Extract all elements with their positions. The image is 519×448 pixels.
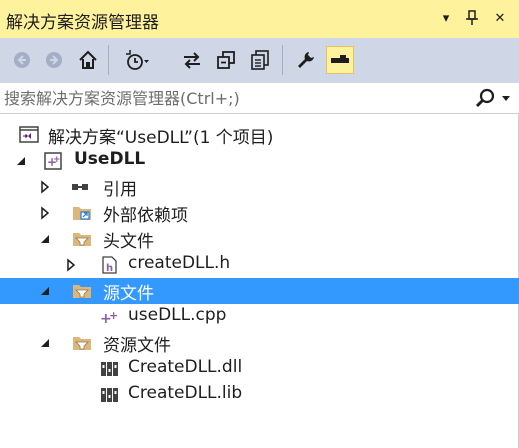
preview-icon xyxy=(331,55,349,63)
svg-text:+: + xyxy=(109,309,118,322)
window-title: 解决方案资源管理器 xyxy=(6,13,159,33)
home-icon xyxy=(79,50,97,69)
tree-row-solution[interactable]: 解决方案“UseDLL”(1 个项目) xyxy=(0,122,519,148)
binary-file-icon xyxy=(101,388,118,402)
collapsed-arrow-icon[interactable] xyxy=(38,180,52,194)
search-box xyxy=(0,83,519,114)
show-all-files-icon xyxy=(251,50,269,70)
expanded-arrow-icon[interactable] xyxy=(14,154,28,168)
back-button[interactable] xyxy=(8,46,36,74)
expanded-arrow-icon[interactable] xyxy=(38,232,52,246)
pending-changes-filter-button[interactable] xyxy=(122,46,150,74)
collapse-all-icon xyxy=(217,51,235,69)
header-file-icon: h xyxy=(102,256,117,274)
pin-button[interactable] xyxy=(462,8,482,28)
external-dependencies-folder-icon xyxy=(73,207,91,220)
tree-row-header-file[interactable]: h createDLL.h xyxy=(0,252,519,278)
resource-file-label: CreateDLL.dll xyxy=(128,357,243,377)
references-label: 引用 xyxy=(103,180,137,200)
forward-icon xyxy=(46,52,62,68)
wrench-icon xyxy=(298,52,314,68)
show-all-files-button[interactable] xyxy=(246,46,274,74)
project-label: UseDLL xyxy=(74,149,146,169)
filter-folder-icon xyxy=(73,285,91,298)
tree-row-resource-file[interactable]: CreateDLL.lib xyxy=(0,382,519,408)
references-icon xyxy=(72,184,88,190)
tree-row-references[interactable]: 引用 xyxy=(0,174,519,200)
tree-row-header-files[interactable]: 头文件 xyxy=(0,226,519,252)
toolbar xyxy=(0,38,519,83)
tree-row-project[interactable]: + + UseDLL xyxy=(0,148,519,174)
binary-file-icon xyxy=(101,362,118,376)
properties-button[interactable] xyxy=(292,46,320,74)
svg-text:+: + xyxy=(53,155,61,165)
forward-button[interactable] xyxy=(40,46,68,74)
sync-with-active-document-button[interactable] xyxy=(178,46,206,74)
window-menu-dropdown-button[interactable]: ▾ xyxy=(436,8,456,28)
toolbar-separator xyxy=(108,45,109,75)
close-button[interactable]: ✕ xyxy=(490,8,510,28)
sync-icon xyxy=(184,52,200,69)
filter-folder-icon xyxy=(73,233,91,246)
external-dependencies-label: 外部依赖项 xyxy=(103,206,188,226)
header-files-label: 头文件 xyxy=(103,232,154,252)
solution-icon xyxy=(19,126,39,143)
history-icon xyxy=(126,50,149,70)
solution-label: 解决方案“UseDLL”(1 个项目) xyxy=(48,128,274,148)
dropdown-arrow-icon: ▾ xyxy=(442,10,450,26)
search-input[interactable] xyxy=(4,86,464,110)
source-files-label: 源文件 xyxy=(103,284,154,304)
header-file-label: createDLL.h xyxy=(128,253,231,273)
tree-row-source-files[interactable]: 源文件 xyxy=(0,278,519,304)
tree-row-external-dependencies[interactable]: 外部依赖项 xyxy=(0,200,519,226)
close-icon: ✕ xyxy=(494,10,506,26)
cpp-file-icon: + + xyxy=(100,309,118,326)
solution-explorer-panel: 解决方案资源管理器 ▾ ✕ 搜索解决方案资源管理器(Ctrl+;) 解决方案“U… xyxy=(0,0,519,448)
tree-row-resource-file[interactable]: CreateDLL.dll xyxy=(0,356,519,382)
collapsed-arrow-icon[interactable] xyxy=(64,258,78,272)
tree-row-resource-files[interactable]: 资源文件 xyxy=(0,330,519,356)
title-bar: 解决方案资源管理器 ▾ ✕ xyxy=(0,0,519,38)
search-options-dropdown-icon[interactable] xyxy=(500,91,512,105)
pin-icon xyxy=(466,10,478,25)
tree-row-source-file[interactable]: + + useDLL.cpp xyxy=(0,304,519,330)
expanded-arrow-icon[interactable] xyxy=(38,284,52,298)
svg-text:h: h xyxy=(106,263,113,274)
back-icon xyxy=(14,52,30,68)
preview-selected-items-button[interactable] xyxy=(326,46,354,74)
toolbar-separator xyxy=(282,45,283,75)
cpp-project-icon: + + xyxy=(44,152,62,170)
resource-file-label: CreateDLL.lib xyxy=(128,383,243,403)
collapse-all-button[interactable] xyxy=(212,46,240,74)
search-icon[interactable] xyxy=(474,87,496,109)
collapsed-arrow-icon[interactable] xyxy=(38,206,52,220)
source-file-label: useDLL.cpp xyxy=(128,305,227,325)
filter-folder-icon xyxy=(73,337,91,350)
expanded-arrow-icon[interactable] xyxy=(38,336,52,350)
home-button[interactable] xyxy=(74,46,102,74)
resource-files-label: 资源文件 xyxy=(103,336,171,356)
